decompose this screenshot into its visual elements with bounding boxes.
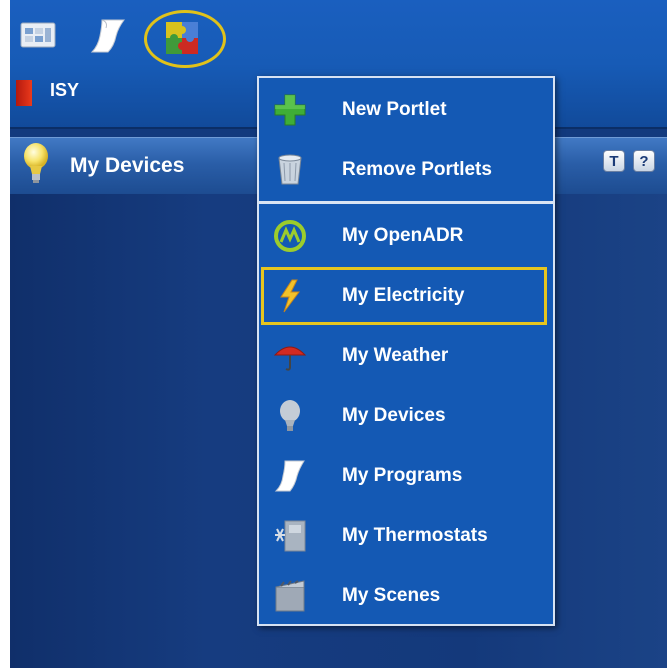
portlet-title: My Devices <box>70 154 185 177</box>
menu-divider <box>259 201 553 204</box>
menu-item-label: My OpenADR <box>342 225 464 246</box>
menu-item-label: Remove Portlets <box>342 159 492 180</box>
menu-item-label: New Portlet <box>342 99 447 120</box>
menu-item-my-devices[interactable]: My Devices <box>259 386 553 446</box>
plus-icon <box>274 94 306 126</box>
menu-item-my-thermostats[interactable]: My Thermostats <box>259 506 553 566</box>
trash-icon <box>278 154 302 185</box>
menu-item-my-scenes[interactable]: My Scenes <box>259 566 553 626</box>
menu-item-remove-portlets[interactable]: Remove Portlets <box>259 140 553 200</box>
lightbulb-icon <box>22 142 50 191</box>
menu-item-my-weather[interactable]: My Weather <box>259 326 553 386</box>
scenes-icon <box>275 580 305 612</box>
puzzle-highlight-ring <box>144 10 226 68</box>
bulb-icon <box>280 400 300 431</box>
menu-item-new-portlet[interactable]: New Portlet <box>259 80 553 140</box>
menu-item-highlight <box>261 267 547 325</box>
umbrella-icon <box>273 346 307 371</box>
portlet-tools-button[interactable]: T <box>603 150 625 172</box>
menu-item-label: My Devices <box>342 405 446 426</box>
portlet-menu: New Portlet Remove Portlets My OpenADR M… <box>257 76 555 626</box>
scroll-icon[interactable] <box>88 16 128 56</box>
menu-item-label: My Scenes <box>342 585 441 606</box>
openadr-icon <box>274 220 306 252</box>
scroll-icon <box>274 460 305 492</box>
menu-item-label: My Weather <box>342 345 449 366</box>
dashboard-icon[interactable] <box>20 20 56 50</box>
menu-item-my-programs[interactable]: My Programs <box>259 446 553 506</box>
menu-item-label: My Thermostats <box>342 525 488 546</box>
thermostat-icon <box>275 520 306 552</box>
menu-item-label: My Programs <box>342 465 463 486</box>
portlet-help-button[interactable]: ? <box>633 150 655 172</box>
isy-app-window: ISY My Devices T ? New Portlet Remove Po… <box>10 0 667 668</box>
menu-item-my-openadr[interactable]: My OpenADR <box>259 206 553 266</box>
isy-logo-label: ISY <box>50 80 80 100</box>
isy-logo-icon <box>16 80 32 106</box>
